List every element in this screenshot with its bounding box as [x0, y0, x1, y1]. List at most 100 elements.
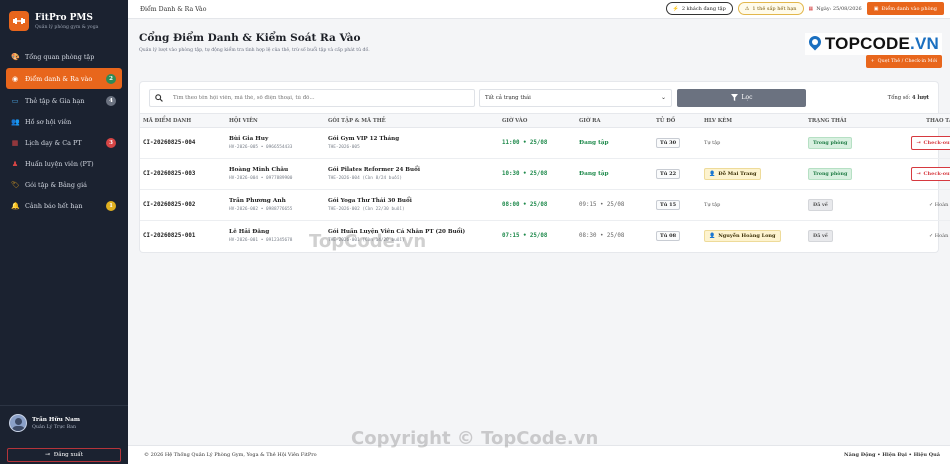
checkin-table: MÃ ĐIỂM DANH HỘI VIÊN GÓI TẬP & MÃ THẺ GIỜ …: [139, 113, 950, 253]
sidebar-item-6[interactable]: ♟ Huấn luyện viên (PT): [6, 154, 122, 173]
cell-member: Trần Phương Anh HV-2026-002 • 0988776655: [226, 189, 325, 221]
locker-badge: Tủ 30: [656, 138, 681, 148]
trainer-icon: 👤: [709, 233, 716, 240]
current-date: ▦ Ngày: 25/08/2026: [809, 6, 862, 12]
cell-status: Trong phòng: [805, 127, 907, 159]
sidebar-nav: 🎨 Tổng quan phòng tập ◉ Điểm danh & Ra vào 2…: [0, 47, 128, 215]
brand: FitPro PMS Quản lý phòng gym & yoga: [0, 0, 128, 41]
time-in: 10:30 • 25/08: [502, 171, 548, 177]
topbar-actions: ⚡ 2 khách đang tập ⚠ 1 thẻ sắp hết hạn ▦ Ng…: [665, 2, 944, 15]
scan-card-button[interactable]: + Quẹt Thẻ / Check-in Mới: [865, 55, 942, 68]
watermark-brand-suffix: .VN: [910, 34, 939, 53]
filter-bar: Tất cả trạng thái ⌄ Lọc Tổng số: 4 lượt: [139, 81, 939, 113]
search-input[interactable]: [173, 94, 453, 101]
member-id-phone: HV-2026-002 • 0988776655: [229, 207, 293, 212]
table-row[interactable]: CI-20260825-004 Bùi Gia Huy HV-2026-005 • …: [140, 127, 950, 159]
funnel-icon: [730, 94, 738, 101]
expiring-cards-label: 1 thẻ sắp hết hạn: [752, 5, 797, 12]
cell-action: ✓ Hoàn tất: [907, 189, 950, 221]
sidebar-item-4[interactable]: 👥 Hồ sơ hội viên: [6, 112, 122, 131]
cell-package: Gói Gym VIP 12 Tháng THE-2026-005: [325, 127, 499, 159]
sidebar-item-5[interactable]: ▦ Lịch dạy & Ca PT 3: [6, 133, 122, 152]
expiring-cards-pill[interactable]: ⚠ 1 thẻ sắp hết hạn: [737, 2, 804, 15]
watermark-brand: TOPCODE: [824, 34, 911, 53]
sidebar-item-label: Thẻ tập & Gia hạn: [25, 96, 85, 105]
time-in: 11:00 • 25/08: [502, 140, 548, 146]
copyright-watermark: Copyright © TopCode.vn: [351, 428, 599, 449]
locker-badge: Tủ 22: [656, 169, 681, 179]
door-icon: ▣: [873, 5, 879, 12]
cell-code: CI-20260825-002: [140, 189, 226, 221]
cell-trainer: 👤 Đỗ Mai Trang: [701, 158, 805, 190]
table-row[interactable]: CI-20260825-001 Lê Hải Đăng HV-2026-001 • …: [140, 221, 950, 252]
topbar: Điểm Danh & Ra Vào ⚡ 2 khách đang tập ⚠ 1 …: [128, 0, 950, 19]
calendar-icon: ▦: [808, 5, 814, 12]
bell-icon: 🔔: [11, 201, 20, 210]
calendar-icon: ▦: [11, 138, 19, 147]
table-row[interactable]: CI-20260825-002 Trần Phương Anh HV-2026-00…: [140, 189, 950, 221]
cell-trainer: 👤 Nguyễn Hoàng Long: [701, 221, 805, 252]
sidebar-item-label: Lịch dạy & Ca PT: [25, 138, 82, 147]
checkout-label: Check-out: [923, 171, 950, 177]
trainer-icon: ♟: [11, 159, 19, 168]
cell-time-out: Đang tập: [576, 158, 653, 190]
sidebar-item-7[interactable]: 🏷 Gói tập & Bảng giá: [6, 175, 122, 194]
column-header: THAO TÁC: [907, 113, 950, 128]
user-profile[interactable]: Trần Hữu Nam Quản Lý Trực Ban: [0, 405, 128, 432]
checkin-code: CI-20260825-004: [143, 140, 196, 146]
table-row[interactable]: CI-20260825-003 Hoàng Minh Châu HV-2026-00…: [140, 158, 950, 190]
search-box[interactable]: [149, 88, 475, 107]
map-pin-icon: [808, 36, 822, 52]
column-header: HỘI VIÊN: [226, 113, 325, 128]
exit-icon: ⇥: [916, 171, 921, 177]
sidebar-item-8[interactable]: 🔔 Cảnh báo hết hạn 1: [6, 196, 122, 215]
total-label: Tổng số:: [887, 94, 911, 101]
topbar-title: Điểm Danh & Ra Vào: [140, 5, 207, 13]
time-out: 08:30 • 25/08: [579, 233, 625, 240]
card-code: THE-2026-005: [328, 145, 360, 150]
member-id-phone: HV-2026-005 • 0966554433: [229, 145, 293, 150]
sidebar-item-1[interactable]: 🎨 Tổng quan phòng tập: [6, 47, 122, 66]
center-watermark: TopCode.vn: [309, 231, 427, 252]
status-select[interactable]: Tất cả trạng thái ⌄: [479, 88, 672, 107]
checkout-button[interactable]: ⇥ Check-out: [911, 167, 950, 181]
cell-action: ✓ Hoàn tất: [907, 221, 950, 252]
checkout-button[interactable]: ⇥ Check-out: [911, 136, 950, 150]
status-badge: Đã về: [808, 230, 833, 243]
sidebar-item-2[interactable]: ◉ Điểm danh & Ra vào 2: [6, 68, 122, 89]
sidebar-item-label: Gói tập & Bảng giá: [25, 180, 87, 189]
table-header: MÃ ĐIỂM DANH HỘI VIÊN GÓI TẬP & MÃ THẺ GIỜ …: [140, 113, 950, 128]
sidebar: FitPro PMS Quản lý phòng gym & yoga 🎨 Tổn…: [0, 0, 128, 464]
cell-time-in: 07:15 • 25/08: [499, 221, 576, 252]
cell-code: CI-20260825-001: [140, 221, 226, 252]
sidebar-item-badge: 4: [106, 95, 116, 106]
time-out: 09:15 • 25/08: [579, 202, 625, 208]
total-count: Tổng số: 4 lượt: [888, 95, 929, 101]
footer-copyright: © 2026 Hệ Thống Quản Lý Phòng Gym, Yoga …: [144, 452, 317, 458]
status-badge: Đã về: [808, 199, 833, 211]
avatar: [9, 414, 27, 432]
package-name: Gói Gym VIP 12 Tháng: [328, 136, 400, 142]
checkin-room-button[interactable]: ▣ Điểm danh vào phòng: [866, 2, 944, 15]
active-guests-pill[interactable]: ⚡ 2 khách đang tập: [665, 2, 733, 15]
search-icon: [155, 93, 163, 102]
cell-member: Hoàng Minh Châu HV-2026-004 • 0977889900: [226, 158, 325, 190]
package-name: Gói Pilates Reformer 24 Buổi: [328, 167, 420, 173]
cell-action: ⇥ Check-out: [907, 158, 950, 190]
time-in: 07:15 • 25/08: [502, 233, 548, 240]
plus-icon: +: [870, 59, 875, 64]
card-icon: ▭: [11, 96, 19, 105]
sidebar-item-3[interactable]: ▭ Thẻ tập & Gia hạn 4: [6, 91, 122, 110]
cell-action: ⇥ Check-out: [907, 127, 950, 159]
dumbbell-icon: [9, 11, 29, 31]
cell-locker: Tủ 22: [653, 158, 701, 190]
brand-subtitle: Quản lý phòng gym & yoga: [35, 24, 99, 30]
trainer-badge: 👤 Nguyễn Hoàng Long: [704, 230, 781, 243]
logout-button[interactable]: ⇥ Đăng xuất: [7, 448, 121, 462]
trainer-self: Tự tập: [704, 202, 721, 208]
column-header: HLV KÈM: [701, 113, 805, 128]
filter-button-label: Lọc: [741, 94, 753, 101]
filter-button[interactable]: Lọc: [677, 88, 806, 107]
locker-badge: Tủ 15: [656, 200, 681, 210]
cell-locker: Tủ 08: [653, 221, 701, 252]
